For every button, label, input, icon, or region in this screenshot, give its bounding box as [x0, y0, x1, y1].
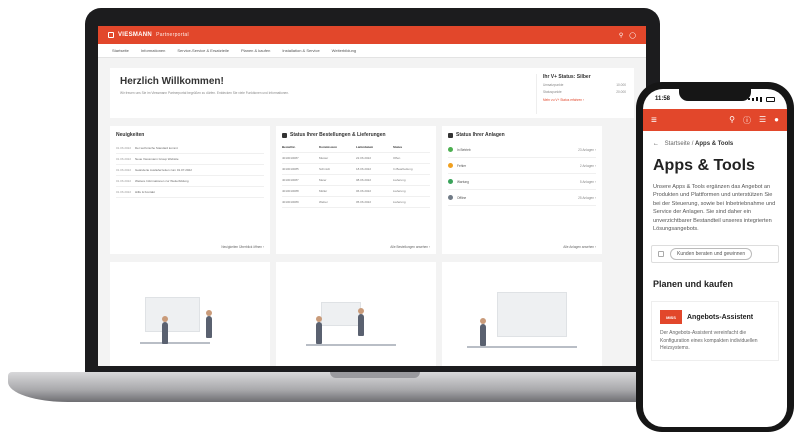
status-row: Statuspunkte 20.000 — [543, 90, 626, 94]
battery-icon — [766, 96, 775, 102]
table-row[interactable]: 4010010087 Meier 08.06.2022 Lieferung — [282, 175, 430, 186]
help-icon[interactable]: ⓘ — [743, 115, 751, 126]
phone-time: 11:58 — [655, 96, 671, 102]
news-card: Neuigkeiten 01.06.2022 Der technische Sta… — [110, 126, 270, 254]
nav-item[interactable]: Installation & Service — [282, 48, 319, 53]
table-row[interactable]: 4010010089 Weber 05.06.2022 Lieferung — [282, 197, 430, 208]
breadcrumb: ← Startseite / Apps & Tools — [653, 141, 734, 147]
table-row[interactable]: 4010010087 Muster 22.06.2022 Offen — [282, 153, 430, 164]
plants-card: Status Ihrer Anlagen In Betrieb 23 Anlage… — [442, 126, 602, 254]
list-item[interactable]: Fehler 2 Anlagen › — [448, 158, 596, 174]
nav-item[interactable]: Informationen — [141, 48, 165, 53]
orders-footer-link[interactable]: Alle Bestellungen ansehen › — [390, 245, 430, 249]
status-dot-icon — [448, 163, 453, 168]
news-title: Neuigkeiten — [116, 132, 145, 138]
list-item[interactable]: 01.06.2022 Hilfe & Kontakt — [116, 187, 264, 198]
table-row[interactable]: 4010010088 Müller 06.06.2022 Lieferung — [282, 186, 430, 197]
search-icon[interactable]: ⚲ — [619, 32, 623, 39]
illustration-card — [110, 262, 270, 366]
section-title: Planen und kaufen — [653, 279, 734, 290]
brand-mark-icon — [108, 32, 114, 38]
nav-item[interactable]: Service-Service & Ersatzteile — [177, 48, 229, 53]
plants-footer-link[interactable]: Alle Anlagen ansehen › — [563, 245, 596, 249]
checkbox-icon[interactable] — [658, 251, 664, 258]
plants-title: Status Ihrer Anlagen — [456, 132, 505, 138]
nav-item[interactable]: Weiterbildung — [332, 48, 356, 53]
list-item[interactable]: 01.06.2022 Geänderte Auslieferzeiten zum … — [116, 165, 264, 176]
building-icon — [448, 132, 453, 138]
nav-item[interactable]: Planen & kaufen — [241, 48, 270, 53]
tool-description: Der Angebots-Assistent vereinfacht die K… — [660, 330, 758, 352]
filter-chip[interactable]: Kunden beraten und gewinnen — [670, 248, 753, 261]
status-dot-icon — [448, 147, 453, 152]
welcome-panel: Herzlich Willkommen! Wir freuen uns Sie … — [110, 68, 634, 118]
page-title: Apps & Tools — [653, 157, 755, 174]
illustration-card — [442, 262, 602, 366]
table-row[interactable]: 4010010085 Schmidt 18.06.2022 In Bearbeitun… — [282, 164, 430, 175]
list-item[interactable]: 01.06.2022 Der technische Standard kommt — [116, 143, 264, 154]
orders-card: Status Ihrer Bestellungen & Lieferungen … — [276, 126, 436, 254]
main-nav: Startseite Informationen Service-Service… — [98, 44, 646, 58]
menu-icon[interactable]: ≡ — [651, 115, 657, 126]
tool-name[interactable]: Angebots-Assistent — [687, 314, 753, 321]
truck-icon — [282, 132, 287, 138]
portal-header: VIESMANN Partnerportal ⚲ ◯ — [98, 26, 646, 44]
list-item[interactable]: 01.06.2022 Neue Viessmann Group Website — [116, 154, 264, 165]
user-icon[interactable]: ● — [774, 115, 779, 126]
news-footer-link[interactable]: Neuigkeiten Überblick öffnen › — [221, 245, 264, 249]
breadcrumb-parent[interactable]: Startseite — [665, 141, 690, 147]
back-arrow-icon[interactable]: ← — [653, 141, 659, 147]
user-icon[interactable]: ◯ — [629, 32, 636, 39]
filter-select[interactable]: Kunden beraten und gewinnen — [651, 245, 779, 264]
list-item[interactable]: 01.06.2022 Weitere Informationen zur Weit… — [116, 176, 264, 187]
signal-icon — [748, 96, 775, 102]
list-icon[interactable]: ☰ — [759, 115, 766, 126]
phone-notch — [679, 89, 751, 101]
page-intro: Unsere Apps & Tools ergänzen das Angebot… — [653, 184, 776, 232]
brand-name: VIESMANN — [118, 32, 153, 38]
orders-title: Status Ihrer Bestellungen & Lieferungen — [290, 132, 386, 138]
breadcrumb-current: Apps & Tools — [695, 141, 734, 147]
tool-logo: MISS — [660, 310, 682, 325]
status-row: Umsatzpunkte 10.000 — [543, 83, 626, 87]
laptop-notch — [330, 372, 420, 378]
list-item[interactable]: Wartung 5 Anlagen › — [448, 174, 596, 190]
phone-screen: 11:58 ≡ ⚲ ⓘ ☰ ● ← Startseite / Apps & To… — [643, 89, 787, 427]
tool-card[interactable]: MISS Angebots-Assistent Der Angebots-Ass… — [651, 301, 779, 362]
welcome-text: Wir freuen uns Sie im Viessmann Partnerp… — [120, 91, 289, 95]
status-link[interactable]: Mehr zu V+ Status erfahren › — [543, 98, 626, 102]
list-item[interactable]: In Betrieb 23 Anlagen › — [448, 142, 596, 158]
table-header: Bestellnr. Kommission Lieferdatum Status — [282, 142, 430, 153]
illustration-card — [276, 262, 436, 366]
status-card: Ihr V+ Status: Silber Umsatzpunkte 10.00… — [536, 74, 626, 114]
list-item[interactable]: Offline 25 Anlagen › — [448, 190, 596, 206]
status-dot-icon — [448, 179, 453, 184]
status-dot-icon — [448, 195, 453, 200]
brand-logo[interactable]: VIESMANN Partnerportal — [108, 32, 189, 38]
phone-header: ≡ ⚲ ⓘ ☰ ● — [643, 109, 787, 131]
nav-item[interactable]: Startseite — [112, 48, 129, 53]
status-title: Ihr V+ Status: Silber — [543, 74, 591, 80]
brand-sub: Partnerportal — [156, 32, 189, 38]
laptop-screen: VIESMANN Partnerportal ⚲ ◯ Startseite In… — [98, 26, 646, 366]
search-icon[interactable]: ⚲ — [729, 115, 735, 126]
